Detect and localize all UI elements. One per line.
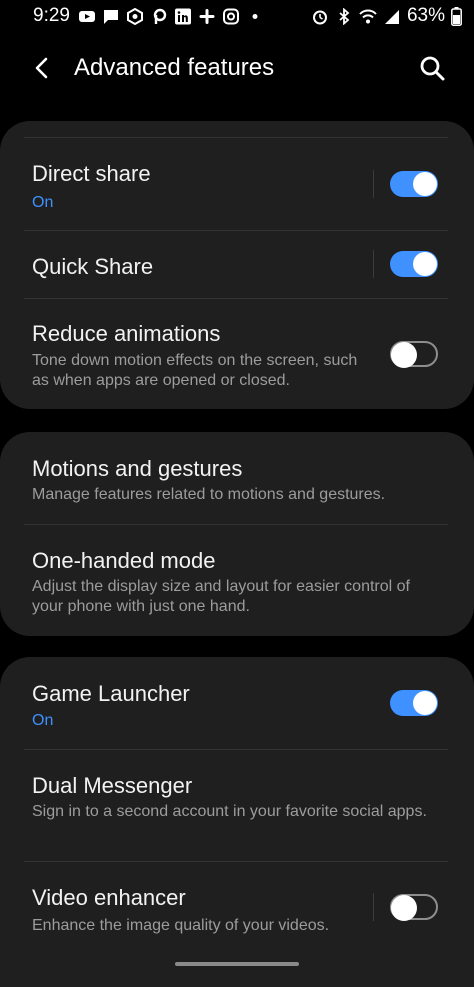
pinterest-icon [153, 8, 167, 24]
quick-share-toggle[interactable] [390, 251, 438, 277]
wifi-icon [359, 9, 377, 23]
setting-title: One-handed mode [32, 548, 216, 573]
signal-icon [384, 9, 399, 24]
message-icon [104, 10, 118, 24]
toggle-knob [413, 252, 437, 276]
setting-video-enhancer[interactable]: Video enhancer Enhance the image quality… [0, 862, 474, 952]
reduce-animations-toggle[interactable] [390, 341, 438, 368]
setting-description: Enhance the image quality of your videos… [32, 917, 330, 934]
setting-status: On [32, 194, 54, 211]
direct-share-toggle[interactable] [390, 171, 438, 197]
setting-game-launcher[interactable]: Game Launcher On [0, 657, 474, 749]
setting-title: Quick Share [32, 254, 154, 279]
battery-icon [451, 6, 462, 26]
dot-icon [252, 14, 258, 19]
separator [373, 250, 374, 278]
setting-description: Adjust the display size and layout for e… [32, 578, 410, 615]
setting-reduce-animations[interactable]: Reduce animations Tone down motion effec… [0, 299, 474, 409]
slack-icon [199, 9, 215, 24]
instagram-icon [223, 8, 239, 25]
back-arrow-icon[interactable] [28, 54, 56, 82]
setting-description: Manage features related to motions and g… [32, 486, 386, 503]
setting-direct-share[interactable]: Direct share On [0, 138, 474, 230]
toggle-knob [391, 342, 417, 368]
bluetooth-icon [339, 7, 350, 25]
setting-title: Dual Messenger [32, 773, 193, 798]
separator [373, 893, 374, 921]
setting-title: Direct share [32, 161, 151, 186]
settings-card-sharing: Direct share On Quick Share Reduce anima… [0, 121, 474, 409]
video-enhancer-toggle[interactable] [390, 894, 438, 921]
setting-title: Video enhancer [32, 885, 186, 910]
settings-card-apps: Game Launcher On Dual Messenger Sign in … [0, 657, 474, 987]
alarm-icon [312, 10, 327, 24]
app-icon [127, 8, 143, 25]
setting-title: Motions and gestures [32, 456, 243, 481]
battery-percent: 63% [406, 5, 445, 26]
page-title: Advanced features [74, 54, 275, 81]
game-launcher-toggle[interactable] [390, 690, 438, 716]
linkedin-icon [175, 8, 191, 25]
app-bar: Advanced features [0, 40, 474, 100]
system-status: 63% [311, 5, 462, 27]
separator [373, 170, 374, 198]
setting-status: On [32, 712, 54, 729]
status-time: 9:29 [33, 5, 70, 26]
setting-title: Game Launcher [32, 681, 190, 706]
toggle-knob [413, 172, 437, 196]
notification-icons [78, 8, 264, 25]
setting-description: Tone down motion effects on the screen, … [32, 352, 358, 389]
youtube-icon [79, 11, 95, 22]
toggle-knob [391, 895, 417, 921]
search-icon[interactable] [418, 54, 446, 82]
settings-card-gestures: Motions and gestures Manage features rel… [0, 432, 474, 636]
setting-one-handed-mode[interactable]: One-handed mode Adjust the display size … [0, 525, 474, 636]
status-bar: 9:29 63% [0, 0, 474, 34]
home-indicator[interactable] [175, 962, 299, 966]
setting-motions-and-gestures[interactable]: Motions and gestures Manage features rel… [0, 432, 474, 524]
setting-dual-messenger[interactable]: Dual Messenger Sign in to a second accou… [0, 750, 474, 861]
toggle-knob [413, 691, 437, 715]
setting-quick-share[interactable]: Quick Share [0, 231, 474, 299]
setting-description: Sign in to a second account in your favo… [32, 803, 427, 820]
setting-title: Reduce animations [32, 321, 221, 346]
